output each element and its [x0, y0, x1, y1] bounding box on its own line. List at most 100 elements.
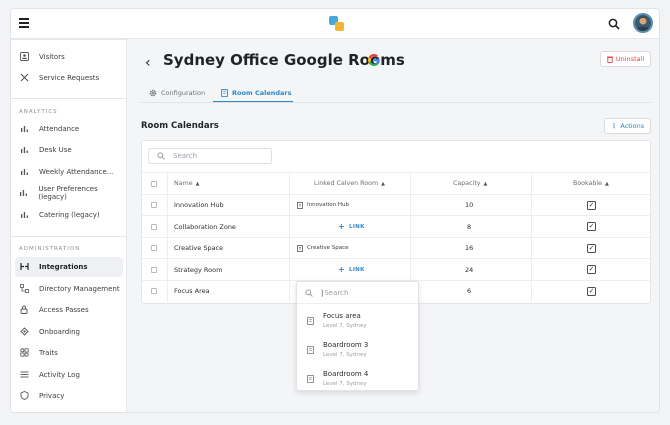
- divider: [410, 173, 411, 194]
- row-checkbox[interactable]: [151, 281, 157, 302]
- sidebar-item-integrations[interactable]: Integrations: [15, 257, 123, 277]
- visitor-badge-icon: [19, 52, 29, 62]
- divider: [11, 236, 126, 237]
- room-name: Creative Space: [174, 244, 224, 252]
- bookable-checkbox[interactable]: ✓: [587, 195, 596, 216]
- main-content: ‹ Sydney Office Google Rooms Uninstall C…: [127, 39, 659, 412]
- back-arrow-icon[interactable]: ‹: [145, 55, 151, 71]
- tab-room-calendars[interactable]: Room Calendars: [213, 84, 293, 102]
- divider: [167, 237, 168, 259]
- app-logo: [329, 16, 344, 31]
- divider: [11, 98, 126, 99]
- shield-icon: [19, 391, 29, 401]
- more-vertical-icon: ⋮: [610, 122, 618, 130]
- sidebar-item-user-preferences[interactable]: User Preferences (legacy): [15, 183, 123, 203]
- capacity-value: 10: [465, 201, 474, 209]
- table-header: Name ▲ Linked Calven Room ▲ Capacity ▲ Book…: [142, 172, 652, 194]
- option-location: Level 7, Sydney: [323, 323, 367, 329]
- divider: [531, 280, 532, 302]
- building-icon: [307, 345, 314, 354]
- actions-button[interactable]: ⋮ Actions: [604, 118, 651, 134]
- row-checkbox[interactable]: [151, 238, 157, 259]
- trash-icon: [606, 56, 613, 63]
- dropdown-option[interactable]: Focus area Level 7, Sydney: [297, 306, 418, 335]
- row-checkbox[interactable]: [151, 216, 157, 237]
- sidebar-item-directory-management[interactable]: Directory Management: [15, 279, 123, 299]
- search-icon[interactable]: [608, 18, 620, 30]
- table-row[interactable]: Collaboration Zone + LINK 8 ✓: [142, 215, 652, 237]
- link-room-dropdown: | Search Focus area Level 7, Sydney Board…: [296, 281, 419, 391]
- divider: [11, 39, 126, 40]
- sidebar-item-service-requests[interactable]: Service Requests: [15, 68, 123, 88]
- dropdown-option[interactable]: Boardroom 3 Level 7, Sydney: [297, 335, 418, 364]
- check-icon: ✓: [587, 243, 596, 253]
- divider: [289, 237, 290, 259]
- sidebar-item-attendance[interactable]: Attendance: [15, 119, 123, 139]
- dropdown-search-input[interactable]: | Search: [297, 282, 418, 304]
- divider: [167, 194, 168, 216]
- linked-room[interactable]: Innovation Hub: [297, 195, 349, 216]
- sidebar-item-weekly-attendance[interactable]: Weekly Attendance...: [15, 162, 123, 182]
- divider: [289, 280, 290, 302]
- sidebar-item-label: Weekly Attendance...: [39, 168, 114, 176]
- table-row[interactable]: Strategy Room + LINK 24 ✓: [142, 258, 652, 280]
- bookable-checkbox[interactable]: ✓: [587, 281, 596, 302]
- gear-icon: [149, 89, 157, 97]
- link-button[interactable]: + LINK: [338, 216, 365, 237]
- sidebar-item-label: Access Passes: [39, 306, 89, 314]
- sidebar-item-onboarding[interactable]: Onboarding: [15, 322, 123, 342]
- sidebar-item-traits[interactable]: Traits: [15, 343, 123, 363]
- search-input[interactable]: Search: [148, 148, 272, 164]
- integrations-icon: [19, 262, 29, 272]
- sidebar-item-access-passes[interactable]: Access Passes: [15, 300, 123, 320]
- divider: [531, 237, 532, 259]
- sidebar-item-label: User Preferences (legacy): [38, 185, 98, 201]
- sidebar-item-privacy[interactable]: Privacy: [15, 386, 123, 406]
- building-icon: [307, 316, 314, 325]
- sidebar-item-visitors[interactable]: Visitors: [15, 47, 123, 67]
- sidebar-item-label: Onboarding: [39, 328, 80, 336]
- row-checkbox[interactable]: [151, 195, 157, 216]
- uninstall-button[interactable]: Uninstall: [600, 51, 651, 67]
- table-row[interactable]: Innovation Hub Innovation Hub 10 ✓: [142, 193, 652, 216]
- bookable-checkbox[interactable]: ✓: [587, 259, 596, 280]
- sidebar-item-activity-log[interactable]: Activity Log: [15, 365, 123, 385]
- divider: [531, 173, 532, 194]
- dropdown-option[interactable]: Boardroom 4 Level 7, Sydney: [297, 364, 418, 393]
- sort-up-icon: ▲: [195, 180, 200, 187]
- sidebar-item-label: Traits: [39, 349, 58, 357]
- directory-icon: [19, 284, 29, 294]
- select-all-checkbox[interactable]: [151, 173, 157, 194]
- building-icon: [221, 88, 228, 97]
- row-checkbox[interactable]: [151, 259, 157, 280]
- table-row[interactable]: Creative Space Creative Space 16 ✓: [142, 236, 652, 259]
- column-header-linked-room[interactable]: Linked Calven Room ▲: [314, 173, 385, 194]
- divider: [167, 173, 168, 194]
- column-header-capacity[interactable]: Capacity ▲: [453, 173, 487, 194]
- building-icon: [307, 374, 314, 383]
- sort-up-icon: ▲: [605, 180, 609, 187]
- avatar[interactable]: [633, 13, 653, 33]
- search-placeholder: Search: [324, 288, 349, 297]
- option-name: Boardroom 4: [323, 370, 369, 378]
- sidebar-item-catering[interactable]: Catering (legacy): [15, 205, 123, 225]
- column-label: Bookable: [573, 180, 603, 187]
- bookable-checkbox[interactable]: ✓: [587, 238, 596, 259]
- column-header-name[interactable]: Name ▲: [174, 173, 199, 194]
- column-header-bookable[interactable]: Bookable ▲: [573, 173, 609, 194]
- check-icon: ✓: [587, 265, 596, 274]
- menu-icon[interactable]: [19, 18, 29, 28]
- tab-configuration[interactable]: Configuration: [149, 84, 217, 102]
- building-icon: [297, 244, 303, 252]
- top-bar: [11, 9, 659, 39]
- link-button[interactable]: + LINK: [338, 259, 365, 280]
- check-icon: ✓: [587, 200, 596, 210]
- bookable-checkbox[interactable]: ✓: [587, 216, 596, 237]
- traits-icon: [19, 348, 29, 358]
- divider: [167, 216, 168, 237]
- column-label: Name: [174, 180, 193, 187]
- bar-chart-icon: [19, 145, 29, 155]
- divider: [167, 280, 168, 302]
- linked-room[interactable]: Creative Space: [297, 238, 349, 259]
- sidebar-item-desk-use[interactable]: Desk Use: [15, 140, 123, 160]
